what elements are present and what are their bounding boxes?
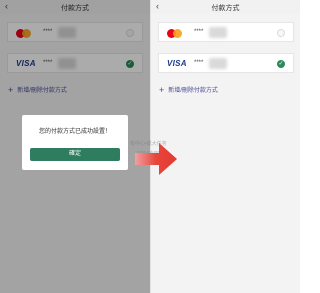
card-number: ****	[194, 60, 204, 66]
arrow-right-icon	[135, 143, 177, 175]
card-number-blur	[209, 58, 227, 69]
radio-unselected-icon[interactable]	[277, 29, 285, 37]
payment-card-visa[interactable]: VISA **** ✓	[158, 53, 294, 73]
confirm-button[interactable]: 確定	[30, 148, 120, 161]
add-payment-label: 新增/刪除付款方式	[168, 88, 218, 94]
visa-logo: VISA	[167, 59, 187, 68]
mastercard-logo-icon	[167, 29, 183, 38]
app-header: ‹ 付款方式	[151, 0, 300, 14]
page-title: 付款方式	[211, 5, 240, 12]
success-dialog: 您的付款方式已成功設置！ 確定	[22, 115, 128, 170]
card-number-blur	[209, 27, 227, 38]
plus-icon: +	[159, 85, 165, 95]
payment-card-mastercard[interactable]: ****	[158, 22, 294, 42]
left-screen: ‹ 付款方式 **** VISA **** ✓ + 新增/刪除付款方式 您的付款方…	[0, 0, 150, 293]
dialog-message: 您的付款方式已成功設置！	[38, 129, 111, 135]
card-number: ****	[194, 29, 204, 35]
radio-selected-check-icon[interactable]: ✓	[277, 60, 285, 68]
add-payment-method-link[interactable]: + 新增/刪除付款方式	[159, 85, 218, 95]
